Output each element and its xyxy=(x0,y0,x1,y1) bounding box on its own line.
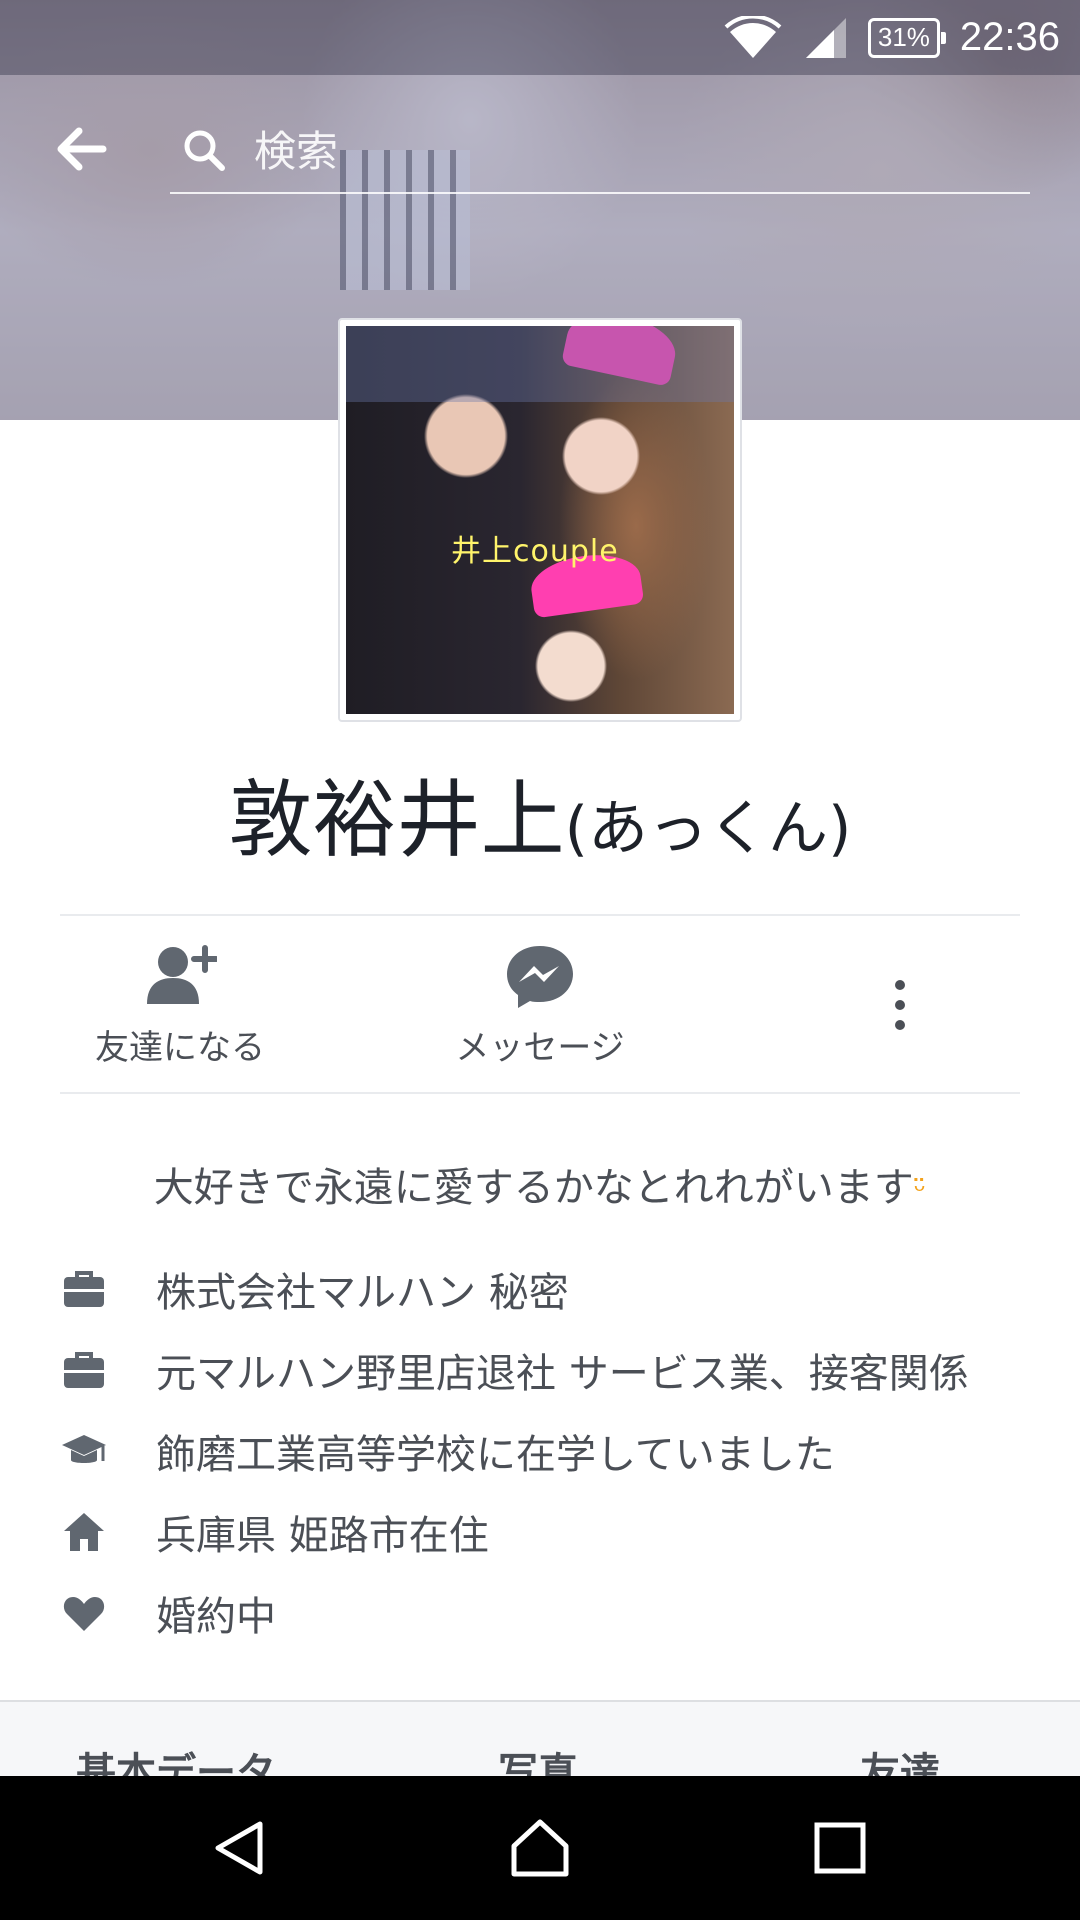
profile-name: 敦裕井上(あっくん) xyxy=(0,770,1080,879)
message-button[interactable]: メッセージ xyxy=(410,930,670,1080)
nav-home-icon xyxy=(511,1819,569,1877)
back-button[interactable] xyxy=(50,118,112,180)
more-dot xyxy=(895,1000,905,1010)
graduation-cap-icon xyxy=(60,1427,108,1475)
info-work-current[interactable]: 株式会社マルハン 秘密 xyxy=(60,1256,1040,1322)
photo-caption: 井上couple xyxy=(451,534,619,569)
profile-picture[interactable]: 井上couple xyxy=(338,318,742,722)
briefcase-icon xyxy=(60,1265,108,1313)
info-text: 兵庫県 姫路市在住 xyxy=(156,1513,489,1559)
add-friend-label: 友達になる xyxy=(95,1028,265,1068)
info-work-previous[interactable]: 元マルハン野里店退社 サービス業、接客関係 xyxy=(60,1337,1040,1403)
full-name: 敦裕井上 xyxy=(228,771,565,869)
info-text: 元マルハン野里店退社 サービス業、接客関係 xyxy=(156,1351,969,1397)
navigation-bar xyxy=(0,1776,1080,1920)
status-time: 22:36 xyxy=(959,15,1060,59)
battery-level: 31% xyxy=(877,22,930,52)
bio: 大好きで永遠に愛するかなとれれがいますᵕ̈ xyxy=(0,1155,1080,1213)
briefcase-icon xyxy=(60,1346,108,1394)
info-education[interactable]: 飾磨工業高等学校に在学していました xyxy=(60,1418,1040,1484)
search-input[interactable] xyxy=(252,125,956,177)
back-arrow-icon xyxy=(57,127,107,171)
nav-recents-button[interactable] xyxy=(760,1776,920,1920)
info-text: 婚約中 xyxy=(156,1594,276,1640)
profile-photo-image: 井上couple xyxy=(346,326,734,714)
cellular-signal-icon xyxy=(805,17,846,58)
info-residence[interactable]: 兵庫県 姫路市在住 xyxy=(60,1499,1040,1565)
divider xyxy=(60,1092,1020,1094)
message-label: メッセージ xyxy=(455,1028,625,1068)
heart-icon xyxy=(60,1589,108,1637)
home-icon xyxy=(60,1508,108,1556)
nav-back-icon xyxy=(215,1821,263,1875)
info-relationship[interactable]: 婚約中 xyxy=(60,1580,1040,1646)
more-dot xyxy=(895,980,905,990)
status-bar: 31% 22:36 xyxy=(0,0,1080,75)
more-dot xyxy=(895,1020,905,1030)
messenger-icon xyxy=(507,946,573,1008)
bio-text: 大好きで永遠に愛するかなとれれがいます xyxy=(153,1165,914,1211)
cover-tint-overlap xyxy=(346,326,734,402)
nav-home-button[interactable] xyxy=(460,1776,620,1920)
wifi-icon xyxy=(724,15,782,58)
smile-emoji: ᵕ̈ xyxy=(913,1174,927,1209)
nickname: (あっくん) xyxy=(564,794,852,864)
search-icon xyxy=(184,130,225,171)
add-friend-button[interactable]: 友達になる xyxy=(50,930,310,1080)
divider xyxy=(60,914,1020,916)
nav-back-button[interactable] xyxy=(160,1776,320,1920)
nav-recents-icon xyxy=(814,1822,866,1874)
more-options-button[interactable] xyxy=(870,960,930,1050)
add-friend-icon xyxy=(147,945,217,1004)
info-text: 飾磨工業高等学校に在学していました xyxy=(156,1432,835,1478)
search-bar[interactable] xyxy=(170,110,1030,194)
info-text: 株式会社マルハン 秘密 xyxy=(156,1270,569,1316)
battery-indicator: 31% xyxy=(867,17,946,58)
